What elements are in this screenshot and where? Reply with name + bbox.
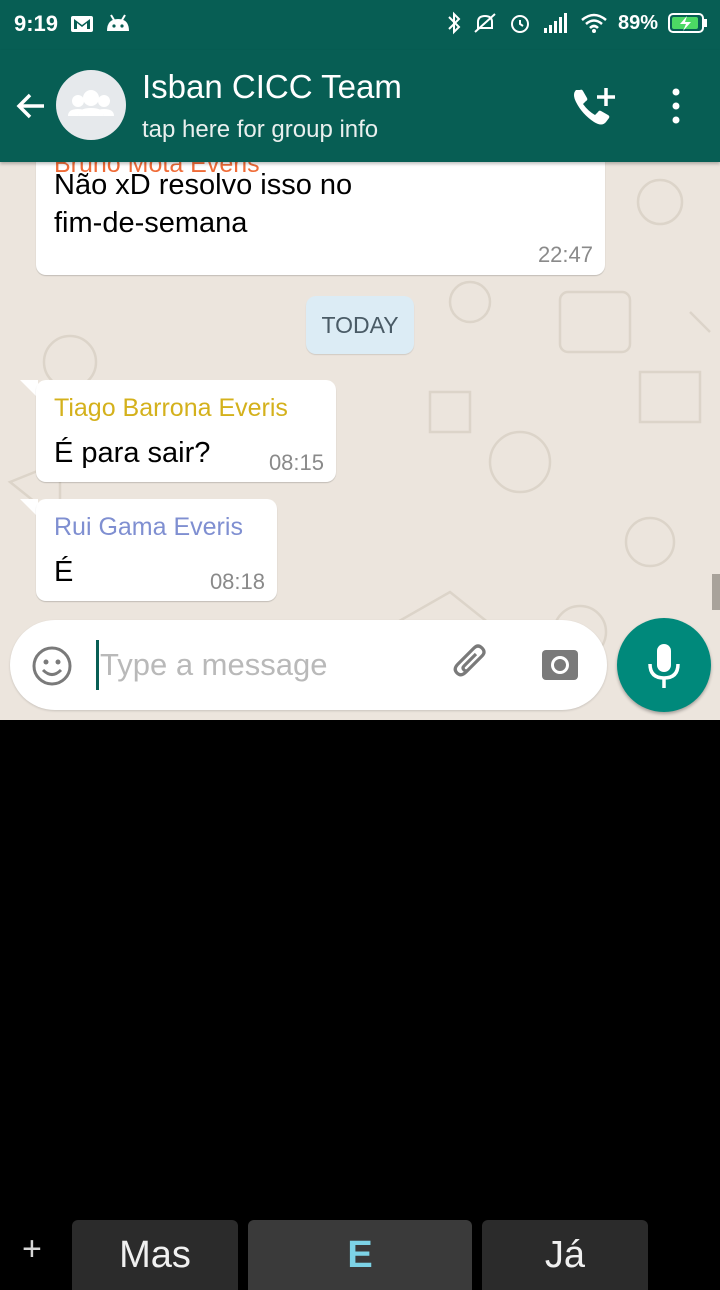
message-text-line: fim-de-semana: [54, 207, 248, 239]
text-cursor: [96, 640, 99, 690]
message-sender: Rui Gama Everis: [54, 513, 243, 541]
status-bar: 9:19 89%: [0, 0, 720, 50]
message-sender: Tiago Barrona Everis: [54, 394, 288, 422]
chat-subtitle[interactable]: tap here for group info: [142, 116, 378, 144]
keyboard-plus-button[interactable]: +: [22, 1230, 42, 1269]
message-text: É: [54, 556, 74, 588]
message-time: 08:18: [209, 569, 265, 594]
chat-title[interactable]: Isban CICC Team: [142, 68, 402, 106]
message-text: É para sair?: [54, 437, 211, 469]
message-bubble[interactable]: Tiago Barrona Everis É para sair? 08:15: [36, 380, 336, 482]
microphone-icon: [648, 644, 680, 688]
date-divider: TODAY: [306, 296, 414, 354]
camera-icon[interactable]: [538, 644, 582, 686]
add-call-icon[interactable]: [568, 84, 618, 130]
message-time: 08:15: [268, 450, 324, 475]
group-avatar[interactable]: [56, 70, 126, 140]
status-right-icons: 89%: [446, 11, 708, 35]
attach-icon[interactable]: [450, 642, 494, 686]
status-time: 9:19: [14, 11, 59, 36]
scroll-indicator[interactable]: [712, 574, 720, 610]
battery-percent: 89%: [617, 11, 658, 34]
wifi-icon: [581, 13, 607, 33]
emoji-icon[interactable]: [32, 646, 72, 686]
bluetooth-icon: [448, 11, 461, 35]
message-bubble[interactable]: Rui Gama Everis É 08:18: [36, 499, 277, 601]
message-time: 22:47: [537, 242, 593, 267]
message-text-line: Não xD resolvo isso no: [54, 169, 353, 201]
voice-record-button[interactable]: [617, 618, 711, 712]
group-icon: [68, 90, 114, 116]
battery-charging-icon: [668, 13, 707, 33]
android-icon: [107, 14, 129, 31]
more-options-icon[interactable]: [660, 86, 692, 126]
back-arrow-icon[interactable]: [14, 88, 50, 124]
status-left-icons: [70, 13, 132, 35]
message-input[interactable]: Type a message: [100, 647, 327, 683]
signal-icon: [543, 13, 567, 33]
keyboard-suggestion-strip: + Mas E Já: [0, 1212, 720, 1290]
mute-bell-icon: [474, 13, 496, 33]
message-composer[interactable]: Type a message: [10, 620, 607, 710]
chat-header[interactable]: Isban CICC Team tap here for group info: [0, 50, 720, 162]
message-bubble[interactable]: Bruno Mota Everis Não xD resolvo isso no…: [36, 162, 605, 275]
message-text: Não xD resolvo isso no fim-de-semana: [54, 166, 352, 242]
gmail-icon: [71, 16, 93, 32]
alarm-icon: [510, 15, 529, 33]
